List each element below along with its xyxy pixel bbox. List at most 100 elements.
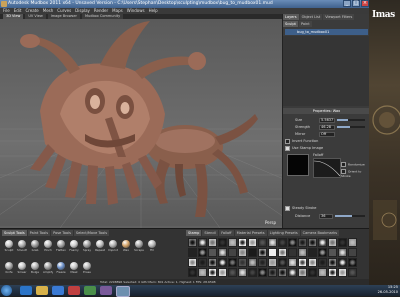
stamp-thumbnail[interactable] (218, 258, 227, 267)
tab-pose-tools[interactable]: Pose Tools (51, 230, 73, 236)
layer-row[interactable]: bug_to_mudbox01 (285, 29, 368, 35)
tool-flatten[interactable]: Flatten (56, 239, 66, 253)
stamp-thumbnail[interactable] (338, 238, 347, 247)
stamp-thumbnail[interactable] (298, 268, 307, 277)
stamp-thumbnail[interactable] (318, 248, 327, 257)
stamp-thumbnail[interactable] (318, 258, 327, 267)
stamp-thumbnail[interactable] (338, 248, 347, 257)
taskbar-ie-icon[interactable] (20, 286, 32, 295)
stamp-thumbnail[interactable] (278, 258, 287, 267)
stamp-thumbnail[interactable] (218, 238, 227, 247)
start-button[interactable] (1, 285, 12, 296)
invert-function-checkbox[interactable] (285, 138, 290, 144)
stamp-thumbnail[interactable] (298, 258, 307, 267)
taskbar-mudbox-icon[interactable] (116, 286, 130, 297)
steady-stroke-checkbox[interactable] (285, 205, 290, 211)
stamp-thumbnail[interactable] (248, 248, 257, 257)
tool-smooth[interactable]: Smooth (17, 239, 27, 253)
3d-viewport[interactable]: Persp (0, 19, 282, 228)
minimize-button[interactable]: _ (343, 0, 351, 7)
tool-sculpt[interactable]: Sculpt (4, 239, 14, 253)
tool-grab[interactable]: Grab (30, 239, 40, 253)
steady-stroke-row[interactable]: Steady Stroke (285, 205, 368, 211)
stamp-thumbnail[interactable] (328, 268, 337, 277)
stamp-thumbnail[interactable] (258, 268, 267, 277)
randomize-checkbox[interactable] (341, 162, 346, 167)
tab-sculpt-tools[interactable]: Sculpt Tools (2, 230, 27, 236)
stamp-thumbnail[interactable] (198, 258, 207, 267)
distance-field[interactable]: 36 (319, 213, 333, 219)
invert-function-row[interactable]: Invert Function (285, 138, 368, 144)
system-clock[interactable]: 15:25 26-05-2010 (378, 285, 398, 295)
stamp-thumbnail[interactable] (338, 268, 347, 277)
stamp-thumbnail[interactable] (198, 238, 207, 247)
tab-viewport-filters[interactable]: Viewport Filters (323, 14, 355, 20)
stamp-thumbnail[interactable] (348, 248, 357, 257)
taskbar-explorer-icon[interactable] (36, 286, 48, 295)
stamp-thumbnail[interactable] (228, 268, 237, 277)
stamp-thumbnail[interactable] (278, 268, 287, 277)
bug-sculpt-model[interactable] (20, 21, 258, 217)
stamp-thumbnail[interactable] (268, 258, 277, 267)
tab-stencil[interactable]: Stencil (202, 230, 219, 236)
tool-repeat[interactable]: Repeat (95, 239, 105, 253)
viewport-scene[interactable]: Persp (0, 19, 282, 228)
taskbar-app2-icon[interactable] (84, 286, 96, 295)
stamp-thumbnail[interactable] (228, 248, 237, 257)
stamp-thumbnail[interactable] (288, 268, 297, 277)
stamp-thumbnail[interactable] (198, 248, 207, 257)
stamp-thumbnail[interactable] (298, 248, 307, 257)
stamp-thumbnail[interactable] (208, 268, 217, 277)
stamp-thumbnail[interactable] (238, 248, 247, 257)
stamp-thumbnail[interactable] (208, 248, 217, 257)
stamp-thumbnail[interactable] (318, 268, 327, 277)
stamp-thumbnail[interactable] (278, 248, 287, 257)
stamp-thumbnail[interactable] (248, 258, 257, 267)
stamp-thumbnail[interactable] (348, 238, 357, 247)
tool-mask[interactable]: Mask (69, 261, 79, 275)
prop-strength-slider[interactable] (337, 126, 365, 128)
stamp-thumbnail[interactable] (278, 238, 287, 247)
stamp-thumbnail[interactable] (268, 268, 277, 277)
tool-freeze[interactable]: Freeze (56, 261, 66, 275)
stamp-thumbnail[interactable] (268, 248, 277, 257)
stamp-thumbnail[interactable] (238, 258, 247, 267)
orient-option[interactable]: Orient to Stroke (341, 169, 370, 178)
stamp-thumbnail[interactable] (348, 258, 357, 267)
tool-erase[interactable]: Erase (82, 261, 92, 275)
stamp-thumbnail[interactable] (328, 238, 337, 247)
tab-camera-bookmarks[interactable]: Camera Bookmarks (300, 230, 340, 236)
use-stamp-row[interactable]: Use Stamp Image (285, 145, 368, 151)
stamp-thumbnail[interactable] (238, 238, 247, 247)
stamp-thumbnail[interactable] (228, 258, 237, 267)
stamp-thumbnail[interactable] (248, 268, 257, 277)
stamp-thumbnail[interactable] (188, 258, 197, 267)
stamp-thumbnail[interactable] (218, 248, 227, 257)
tab-object-list[interactable]: Object List (299, 14, 323, 20)
tool-amplify[interactable]: Amplify (43, 261, 53, 275)
stamp-thumbnail[interactable] (308, 248, 317, 257)
tool-foamy[interactable]: Foamy (69, 239, 79, 253)
tab-paint[interactable]: Paint (298, 21, 312, 27)
stamp-thumbnail[interactable] (198, 268, 207, 277)
stamp-thumbnail[interactable] (258, 248, 267, 257)
stamp-thumbnail[interactable] (328, 258, 337, 267)
stamp-thumbnail[interactable] (268, 238, 277, 247)
maximize-button[interactable]: □ (352, 0, 360, 7)
stamp-thumbnail[interactable] (308, 238, 317, 247)
stamp-thumbnail[interactable] (238, 268, 247, 277)
close-button[interactable]: × (361, 0, 369, 7)
stamp-thumbnail[interactable] (208, 238, 217, 247)
tool-imprint[interactable]: Imprint (108, 239, 118, 253)
stamp-thumbnail[interactable] (218, 268, 227, 277)
tab-material-presets[interactable]: Material Presets (234, 230, 267, 236)
tool-spray[interactable]: Spray (82, 239, 92, 253)
stamp-thumbnail[interactable] (288, 248, 297, 257)
tool-fill[interactable]: Fill (147, 239, 157, 253)
tool-pinch[interactable]: Pinch (43, 239, 53, 253)
tool-smear[interactable]: Smear (17, 261, 27, 275)
tab-layers[interactable]: Layers (283, 14, 299, 20)
prop-size-field[interactable]: 5.5637 (319, 117, 335, 123)
prop-strength-field[interactable]: 46.28 (319, 124, 335, 130)
prop-mirror-select[interactable]: Off (319, 131, 335, 137)
